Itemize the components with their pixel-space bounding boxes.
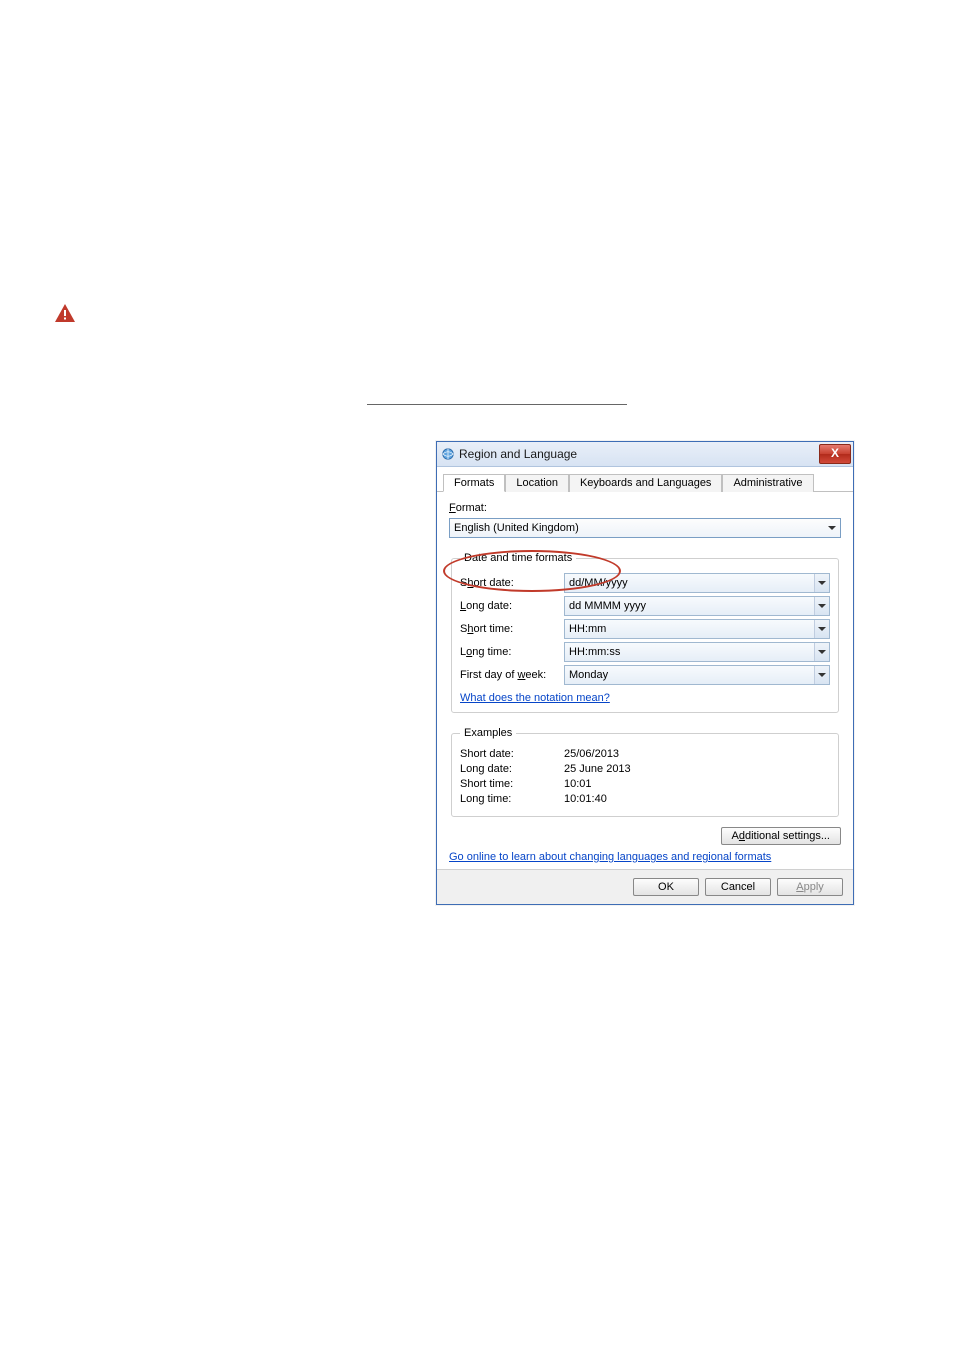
tab-formats[interactable]: Formats (443, 474, 505, 492)
additional-settings-button[interactable]: Additional settings... (721, 827, 841, 845)
first-day-label: First day of week: (460, 669, 564, 681)
ex-long-time: Long time: 10:01:40 (460, 793, 830, 805)
examples-legend: Examples (460, 727, 516, 739)
warning-icon (52, 302, 78, 326)
dialog-footer: OK Cancel Apply (437, 869, 853, 904)
underline-decoration (367, 404, 627, 405)
short-time-label: Short time: (460, 623, 564, 635)
go-online-link[interactable]: Go online to learn about changing langua… (449, 851, 771, 863)
ok-button[interactable]: OK (633, 878, 699, 896)
chevron-down-icon (818, 673, 826, 677)
date-time-formats-group: Date and time formats Short date: dd/MM/… (451, 552, 839, 713)
row-long-time: Long time: HH:mm:ss (460, 642, 830, 662)
first-day-dropdown[interactable]: Monday (564, 665, 830, 685)
ex-long-time-label: Long time: (460, 793, 564, 805)
ex-short-time-value: 10:01 (564, 778, 830, 790)
cancel-button[interactable]: Cancel (705, 878, 771, 896)
short-date-label: Short date: (460, 577, 564, 589)
close-button[interactable]: X (819, 444, 851, 464)
dialog-title: Region and Language (459, 447, 577, 461)
chevron-down-icon (818, 581, 826, 585)
tab-keyboards[interactable]: Keyboards and Languages (569, 474, 723, 492)
chevron-down-icon (818, 604, 826, 608)
row-short-date: Short date: dd/MM/yyyy (460, 573, 830, 593)
ex-short-date-label: Short date: (460, 748, 564, 760)
tab-location[interactable]: Location (505, 474, 569, 492)
ex-short-time: Short time: 10:01 (460, 778, 830, 790)
notation-link[interactable]: What does the notation mean? (460, 692, 610, 704)
chevron-down-icon (818, 627, 826, 631)
row-first-day: First day of week: Monday (460, 665, 830, 685)
ex-short-date-value: 25/06/2013 (564, 748, 830, 760)
chevron-down-icon (818, 650, 826, 654)
ex-long-date: Long date: 25 June 2013 (460, 763, 830, 775)
region-language-dialog: Region and Language X Formats Location K… (436, 441, 854, 905)
format-label: Format: (449, 502, 841, 514)
globe-icon (441, 447, 455, 461)
ex-short-date: Short date: 25/06/2013 (460, 748, 830, 760)
dtf-legend: Date and time formats (460, 552, 576, 564)
short-date-dropdown[interactable]: dd/MM/yyyy (564, 573, 830, 593)
format-value: English (United Kingdom) (454, 522, 579, 534)
examples-group: Examples Short date: 25/06/2013 Long dat… (451, 727, 839, 817)
ex-short-time-label: Short time: (460, 778, 564, 790)
format-dropdown[interactable]: English (United Kingdom) (449, 518, 841, 538)
additional-row: Additional settings... (449, 827, 841, 845)
row-long-date: Long date: dd MMMM yyyy (460, 596, 830, 616)
long-date-label: Long date: (460, 600, 564, 612)
close-icon: X (831, 446, 839, 460)
ex-long-time-value: 10:01:40 (564, 793, 830, 805)
long-date-dropdown[interactable]: dd MMMM yyyy (564, 596, 830, 616)
dialog-body: Format: English (United Kingdom) Date an… (437, 492, 853, 869)
tabstrip: Formats Location Keyboards and Languages… (437, 467, 853, 492)
long-time-dropdown[interactable]: HH:mm:ss (564, 642, 830, 662)
row-short-time: Short time: HH:mm (460, 619, 830, 639)
short-time-dropdown[interactable]: HH:mm (564, 619, 830, 639)
tab-administrative[interactable]: Administrative (722, 474, 813, 492)
ex-long-date-value: 25 June 2013 (564, 763, 830, 775)
titlebar: Region and Language X (437, 442, 853, 467)
chevron-down-icon (828, 526, 836, 530)
ex-long-date-label: Long date: (460, 763, 564, 775)
apply-button[interactable]: Apply (777, 878, 843, 896)
long-time-label: Long time: (460, 646, 564, 658)
